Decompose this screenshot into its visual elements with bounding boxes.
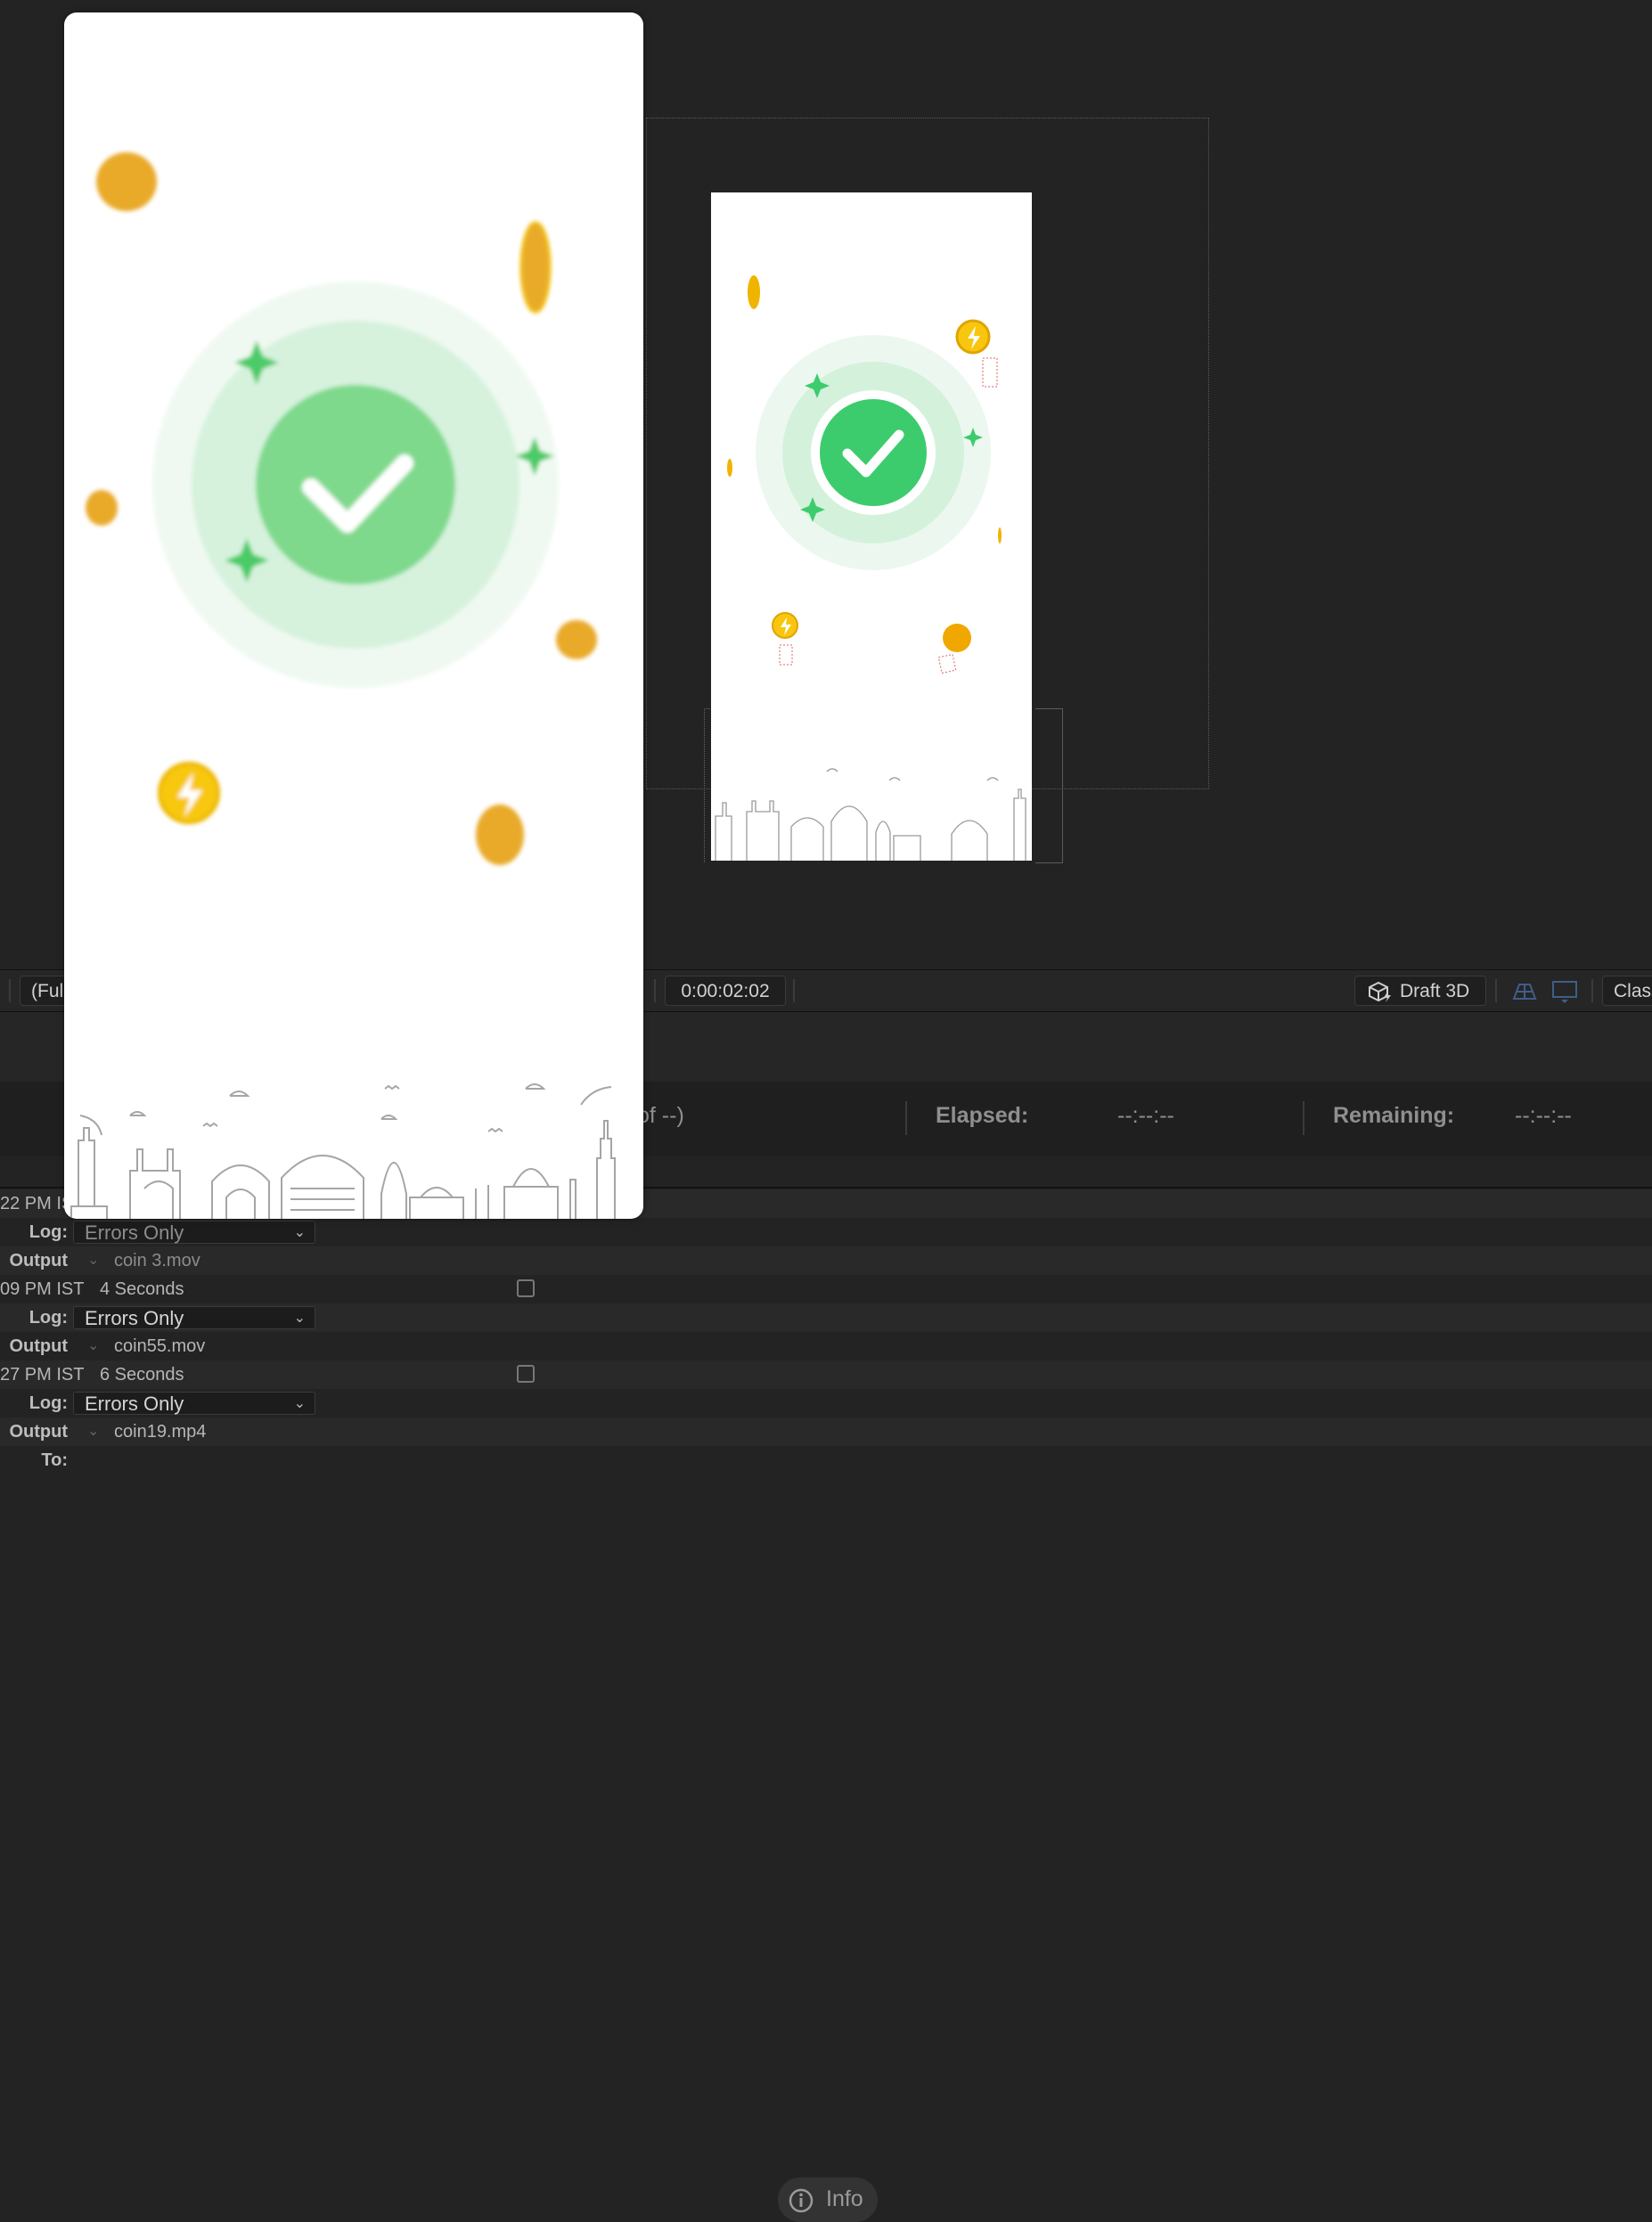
render-checkbox[interactable] — [517, 1279, 535, 1297]
log-label: Log: — [29, 1308, 68, 1327]
toolbar-separator — [1495, 979, 1497, 1002]
coin-icon — [86, 490, 118, 526]
preview-window[interactable] — [64, 12, 643, 1219]
chevron-down-icon[interactable]: ⌄ — [87, 1246, 99, 1275]
coin-icon — [476, 805, 524, 865]
log-value: Errors Only — [85, 1221, 184, 1244]
chevron-down-icon[interactable]: ⌄ — [87, 1332, 99, 1360]
renderer-button[interactable]: Draft 3D — [1354, 976, 1486, 1006]
output-file-link[interactable]: coin 3.mov — [114, 1246, 200, 1275]
composition-frame[interactable] — [711, 192, 1032, 861]
layer-bounds-left — [704, 708, 710, 862]
render-item-duration: 6 Seconds — [100, 1365, 184, 1385]
render-item-duration: 4 Seconds — [100, 1279, 184, 1299]
toolbar-separator — [654, 979, 656, 1002]
chevron-down-icon[interactable]: ⌄ — [87, 1417, 99, 1446]
render-item-time: 27 PM IST — [0, 1365, 85, 1385]
toolbar-separator — [793, 979, 795, 1002]
status-separator — [1303, 1101, 1304, 1135]
render-item-row[interactable]: 27 PM IST 6 Seconds — [0, 1360, 1652, 1389]
chevron-down-icon: ⌄ — [293, 1225, 306, 1240]
city-skyline — [70, 1083, 616, 1219]
check-circle — [820, 399, 927, 506]
info-label: Info — [826, 2186, 863, 2211]
render-item-time: 09 PM IST — [0, 1279, 85, 1299]
timecode-display[interactable]: 0:00:02:02 — [665, 976, 786, 1006]
elapsed-label: Elapsed: — [936, 1103, 1029, 1128]
info-button[interactable]: Info — [778, 2177, 878, 2222]
remaining-value: --:--:-- — [1515, 1103, 1572, 1128]
render-item-row[interactable]: 09 PM IST 4 Seconds — [0, 1275, 1652, 1303]
check-circle — [256, 385, 455, 584]
toolbar-separator — [1591, 979, 1593, 1002]
coin-icon — [748, 275, 760, 309]
output-file-link[interactable]: coin55.mov — [114, 1332, 205, 1360]
classic-3d-dropdown[interactable]: Classic 3D — [1602, 976, 1652, 1032]
status-separator — [905, 1101, 907, 1135]
output-row: Output To: ⌄ coin19.mp4 — [0, 1417, 1652, 1470]
log-label: Log: — [29, 1393, 68, 1413]
render-checkbox[interactable] — [517, 1365, 535, 1383]
toolbar-separator — [9, 979, 11, 1002]
log-dropdown[interactable]: Errors Only ⌄ — [73, 1392, 315, 1415]
log-label: Log: — [29, 1222, 68, 1242]
chevron-down-icon: ⌄ — [293, 1396, 306, 1411]
coin-icon — [943, 624, 971, 652]
coin-icon — [556, 620, 597, 659]
info-icon — [789, 2188, 814, 2213]
city-skyline — [715, 768, 1026, 861]
chevron-down-icon: ⌄ — [293, 1311, 306, 1326]
coin-icon — [96, 152, 157, 211]
output-file-link[interactable]: coin19.mp4 — [114, 1417, 206, 1446]
coin-icon — [998, 527, 1002, 543]
log-value: Errors Only — [85, 1393, 184, 1415]
output-label: Output To: — [9, 1422, 68, 1470]
elapsed-value: --:--:-- — [1117, 1103, 1174, 1128]
log-dropdown[interactable]: Errors Only ⌄ — [73, 1306, 315, 1329]
coin-icon — [727, 459, 732, 477]
progress-label: of --) — [637, 1103, 684, 1128]
log-row: Log: Errors Only ⌄ — [0, 1389, 1652, 1417]
layer-bounds-right — [1035, 708, 1063, 863]
grid-icon[interactable] — [1511, 981, 1538, 1002]
coin-icon — [519, 221, 552, 314]
renderer-label: Draft 3D — [1400, 981, 1470, 1001]
output-row: Output To: ⌄ coin 3.mov — [0, 1246, 1652, 1299]
remaining-label: Remaining: — [1333, 1103, 1455, 1128]
region-icon[interactable] — [1550, 979, 1579, 1004]
log-row: Log: Errors Only ⌄ — [0, 1303, 1652, 1332]
log-value: Errors Only — [85, 1307, 184, 1329]
cube-icon — [1369, 981, 1391, 1002]
log-dropdown[interactable]: Errors Only ⌄ — [73, 1221, 315, 1244]
output-row: Output To: ⌄ coin55.mov — [0, 1332, 1652, 1385]
log-row: Log: Errors Only ⌄ — [0, 1218, 1652, 1246]
